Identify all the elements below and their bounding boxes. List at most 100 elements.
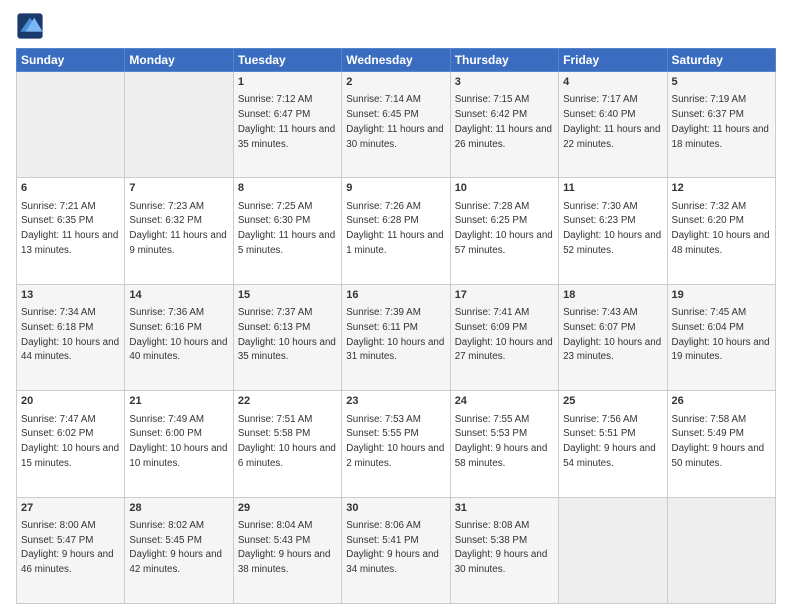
logo-icon [16, 12, 44, 40]
calendar-cell: 3 Sunrise: 7:15 AM Sunset: 6:42 PM Daylig… [450, 72, 558, 178]
cell-info: Sunrise: 7:26 AM Sunset: 6:28 PM Dayligh… [346, 201, 443, 256]
cell-info: Sunrise: 7:30 AM Sunset: 6:23 PM Dayligh… [563, 201, 661, 256]
day-number: 19 [672, 288, 771, 303]
calendar-cell: 13 Sunrise: 7:34 AM Sunset: 6:18 PM Dayli… [17, 284, 125, 390]
calendar-cell: 26 Sunrise: 7:58 AM Sunset: 5:49 PM Dayli… [667, 391, 775, 497]
cell-info: Sunrise: 7:23 AM Sunset: 6:32 PM Dayligh… [129, 201, 226, 256]
cell-info: Sunrise: 8:06 AM Sunset: 5:41 PM Dayligh… [346, 520, 439, 575]
calendar-cell: 10 Sunrise: 7:28 AM Sunset: 6:25 PM Dayli… [450, 178, 558, 284]
day-number: 28 [129, 501, 228, 516]
calendar-cell: 22Sunrise: 7:51 AM Sunset: 5:58 PM Dayli… [233, 391, 341, 497]
day-number: 25 [563, 394, 662, 409]
calendar-cell: 4Sunrise: 7:17 AM Sunset: 6:40 PM Daylig… [559, 72, 667, 178]
day-number: 29 [238, 501, 337, 516]
calendar-cell: 16 Sunrise: 7:39 AM Sunset: 6:11 PM Dayli… [342, 284, 450, 390]
day-header-friday: Friday [559, 49, 667, 72]
day-number: 2 [346, 75, 445, 90]
day-number: 8 [238, 181, 337, 196]
cell-info: Sunrise: 7:15 AM Sunset: 6:42 PM Dayligh… [455, 94, 552, 149]
calendar-cell: 21 Sunrise: 7:49 AM Sunset: 6:00 PM Dayli… [125, 391, 233, 497]
calendar-cell: 8 Sunrise: 7:25 AM Sunset: 6:30 PM Daylig… [233, 178, 341, 284]
cell-info: Sunrise: 7:28 AM Sunset: 6:25 PM Dayligh… [455, 201, 553, 256]
day-number: 23 [346, 394, 445, 409]
calendar-cell [667, 497, 775, 603]
cell-info: Sunrise: 7:19 AM Sunset: 6:37 PM Dayligh… [672, 94, 769, 149]
calendar-week-1: 1 Sunrise: 7:12 AM Sunset: 6:47 PM Daylig… [17, 72, 776, 178]
day-number: 15 [238, 288, 337, 303]
day-number: 16 [346, 288, 445, 303]
cell-info: Sunrise: 7:34 AM Sunset: 6:18 PM Dayligh… [21, 307, 119, 362]
day-number: 13 [21, 288, 120, 303]
day-header-sunday: Sunday [17, 49, 125, 72]
calendar-cell: 20 Sunrise: 7:47 AM Sunset: 6:02 PM Dayli… [17, 391, 125, 497]
cell-info: Sunrise: 8:08 AM Sunset: 5:38 PM Dayligh… [455, 520, 548, 575]
day-number: 21 [129, 394, 228, 409]
day-number: 27 [21, 501, 120, 516]
calendar-cell: 30Sunrise: 8:06 AM Sunset: 5:41 PM Dayli… [342, 497, 450, 603]
cell-info: Sunrise: 8:00 AM Sunset: 5:47 PM Dayligh… [21, 520, 114, 575]
cell-info: Sunrise: 7:56 AM Sunset: 5:51 PM Dayligh… [563, 414, 656, 469]
day-number: 24 [455, 394, 554, 409]
calendar-cell: 15 Sunrise: 7:37 AM Sunset: 6:13 PM Dayli… [233, 284, 341, 390]
calendar-cell: 6 Sunrise: 7:21 AM Sunset: 6:35 PM Daylig… [17, 178, 125, 284]
calendar-cell: 12 Sunrise: 7:32 AM Sunset: 6:20 PM Dayli… [667, 178, 775, 284]
day-number: 11 [563, 181, 662, 196]
calendar-cell: 23 Sunrise: 7:53 AM Sunset: 5:55 PM Dayli… [342, 391, 450, 497]
day-number: 3 [455, 75, 554, 90]
cell-info: Sunrise: 7:32 AM Sunset: 6:20 PM Dayligh… [672, 201, 770, 256]
calendar-cell: 19 Sunrise: 7:45 AM Sunset: 6:04 PM Dayli… [667, 284, 775, 390]
day-header-wednesday: Wednesday [342, 49, 450, 72]
day-number: 18 [563, 288, 662, 303]
cell-info: Sunrise: 7:49 AM Sunset: 6:00 PM Dayligh… [129, 414, 227, 469]
calendar-cell [559, 497, 667, 603]
calendar-cell: 25 Sunrise: 7:56 AM Sunset: 5:51 PM Dayli… [559, 391, 667, 497]
cell-info: Sunrise: 8:02 AM Sunset: 5:45 PM Dayligh… [129, 520, 222, 575]
cell-info: Sunrise: 7:17 AM Sunset: 6:40 PM Dayligh… [563, 94, 660, 149]
cell-info: Sunrise: 7:25 AM Sunset: 6:30 PM Dayligh… [238, 201, 335, 256]
cell-info: Sunrise: 7:14 AM Sunset: 6:45 PM Dayligh… [346, 94, 443, 149]
cell-info: Sunrise: 7:36 AM Sunset: 6:16 PM Dayligh… [129, 307, 227, 362]
cell-info: Sunrise: 7:51 AM Sunset: 5:58 PM Dayligh… [238, 414, 336, 469]
cell-info: Sunrise: 7:39 AM Sunset: 6:11 PM Dayligh… [346, 307, 444, 362]
logo [16, 12, 48, 40]
cell-info: Sunrise: 7:41 AM Sunset: 6:09 PM Dayligh… [455, 307, 553, 362]
day-number: 17 [455, 288, 554, 303]
day-number: 7 [129, 181, 228, 196]
cell-info: Sunrise: 7:58 AM Sunset: 5:49 PM Dayligh… [672, 414, 765, 469]
calendar-cell: 24 Sunrise: 7:55 AM Sunset: 5:53 PM Dayli… [450, 391, 558, 497]
cell-info: Sunrise: 7:37 AM Sunset: 6:13 PM Dayligh… [238, 307, 336, 362]
cell-info: Sunrise: 7:55 AM Sunset: 5:53 PM Dayligh… [455, 414, 548, 469]
day-number: 26 [672, 394, 771, 409]
day-number: 1 [238, 75, 337, 90]
day-header-monday: Monday [125, 49, 233, 72]
cell-info: Sunrise: 7:12 AM Sunset: 6:47 PM Dayligh… [238, 94, 335, 149]
cell-info: Sunrise: 7:47 AM Sunset: 6:02 PM Dayligh… [21, 414, 119, 469]
calendar-week-4: 20 Sunrise: 7:47 AM Sunset: 6:02 PM Dayli… [17, 391, 776, 497]
day-number: 12 [672, 181, 771, 196]
day-number: 6 [21, 181, 120, 196]
day-number: 20 [21, 394, 120, 409]
page: SundayMondayTuesdayWednesdayThursdayFrid… [0, 0, 792, 612]
day-number: 10 [455, 181, 554, 196]
cell-info: Sunrise: 7:53 AM Sunset: 5:55 PM Dayligh… [346, 414, 444, 469]
calendar-cell [125, 72, 233, 178]
day-number: 14 [129, 288, 228, 303]
day-number: 31 [455, 501, 554, 516]
calendar-cell: 9Sunrise: 7:26 AM Sunset: 6:28 PM Daylig… [342, 178, 450, 284]
calendar-week-3: 13 Sunrise: 7:34 AM Sunset: 6:18 PM Dayli… [17, 284, 776, 390]
header [16, 12, 776, 40]
day-header-saturday: Saturday [667, 49, 775, 72]
cell-info: Sunrise: 7:21 AM Sunset: 6:35 PM Dayligh… [21, 201, 118, 256]
calendar-cell: 7 Sunrise: 7:23 AM Sunset: 6:32 PM Daylig… [125, 178, 233, 284]
day-header-thursday: Thursday [450, 49, 558, 72]
calendar-header-row: SundayMondayTuesdayWednesdayThursdayFrid… [17, 49, 776, 72]
calendar-cell: 1 Sunrise: 7:12 AM Sunset: 6:47 PM Daylig… [233, 72, 341, 178]
calendar-table: SundayMondayTuesdayWednesdayThursdayFrid… [16, 48, 776, 604]
calendar-cell: 18Sunrise: 7:43 AM Sunset: 6:07 PM Dayli… [559, 284, 667, 390]
day-number: 5 [672, 75, 771, 90]
calendar-cell: 11 Sunrise: 7:30 AM Sunset: 6:23 PM Dayli… [559, 178, 667, 284]
calendar-cell: 2 Sunrise: 7:14 AM Sunset: 6:45 PM Daylig… [342, 72, 450, 178]
cell-info: Sunrise: 7:45 AM Sunset: 6:04 PM Dayligh… [672, 307, 770, 362]
day-header-tuesday: Tuesday [233, 49, 341, 72]
cell-info: Sunrise: 8:04 AM Sunset: 5:43 PM Dayligh… [238, 520, 331, 575]
